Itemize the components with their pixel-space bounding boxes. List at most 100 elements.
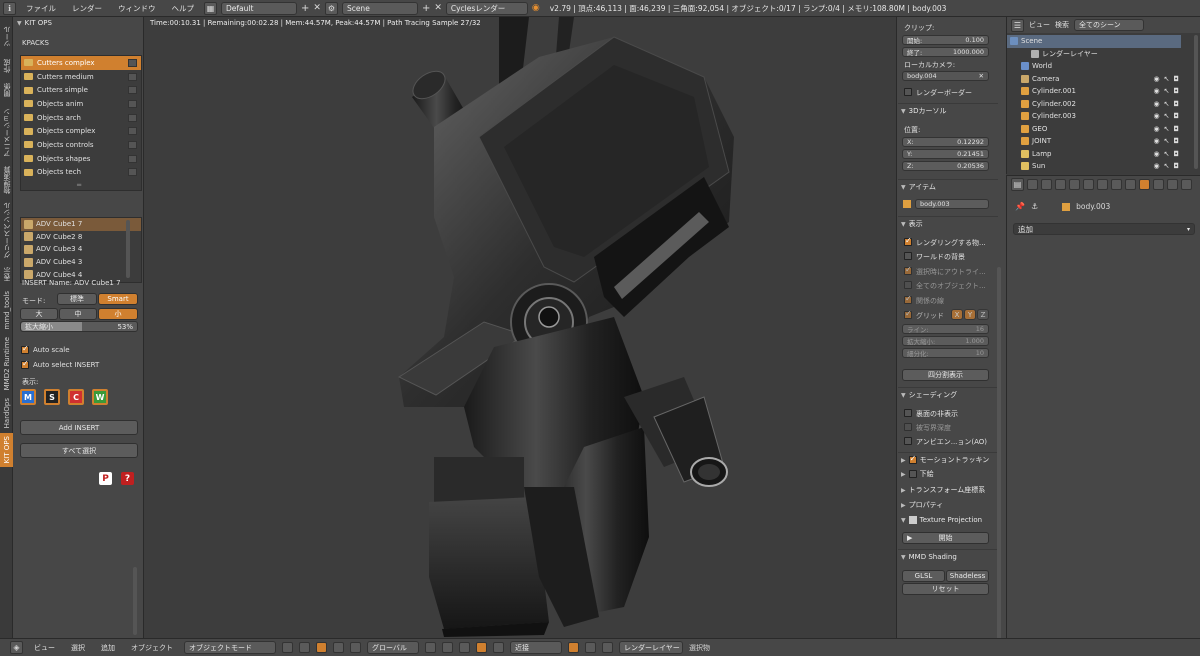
texture-projection-section[interactable]: ▼ Texture Projection <box>901 514 1001 526</box>
list-item[interactable]: ADV Cube1 7 <box>21 218 141 231</box>
screen-layout-icon[interactable]: ▦ <box>204 1 217 15</box>
rotate-icon[interactable] <box>350 642 361 653</box>
eye-icon[interactable]: ◉ <box>1153 112 1159 120</box>
quad-view-button[interactable]: 四分割表示 <box>902 369 989 381</box>
snap-toggle-icon[interactable] <box>493 642 504 653</box>
outliner-row[interactable]: GEO ◉ ↖ ◘ <box>1007 123 1181 136</box>
manipulator-toggle-icon[interactable] <box>316 642 327 653</box>
solid-display-icon[interactable]: S <box>44 389 60 405</box>
camera-render-icon[interactable]: ◘ <box>1173 137 1179 145</box>
constraints-tab-icon[interactable] <box>1097 178 1108 190</box>
clear-camera-icon[interactable]: ✕ <box>979 72 984 80</box>
n-panel-scrollbar[interactable] <box>997 267 1001 642</box>
list-item[interactable]: ADV Cube2 8 <box>21 231 141 244</box>
grid-scale-field[interactable]: 拡大縮小: 1.000 <box>902 336 989 346</box>
mesh-display-icon[interactable]: M <box>20 389 36 405</box>
outline-selected-checkbox[interactable] <box>904 265 912 275</box>
outliner-row[interactable]: Cylinder.003 ◉ ↖ ◘ <box>1007 110 1181 123</box>
shading-section[interactable]: ▼ シェーディング <box>901 389 1001 401</box>
relationship-lines-checkbox[interactable] <box>904 294 912 304</box>
list-item[interactable]: ADV Cube3 4 <box>21 243 141 256</box>
screen-layout-field[interactable]: Default <box>221 1 297 15</box>
eye-icon[interactable]: ◉ <box>1153 100 1159 108</box>
glsl-button[interactable]: GLSL <box>902 570 945 582</box>
transform-orientation-section[interactable]: ▶ トランスフォーム座標系 <box>901 484 1001 496</box>
grid-x-toggle[interactable]: X <box>951 309 963 320</box>
viewport-shading-icon[interactable] <box>282 642 293 653</box>
object-tab-icon[interactable] <box>1083 178 1094 190</box>
camera-render-icon[interactable]: ◘ <box>1173 112 1179 120</box>
tab-mmd-tools[interactable]: mmd_tools <box>0 287 13 333</box>
tab-animation[interactable]: アニメーション <box>0 103 13 161</box>
auto-scale-checkbox[interactable] <box>21 344 29 354</box>
backface-culling-checkbox[interactable] <box>904 409 912 417</box>
list-item[interactable]: Cutters complex <box>21 56 141 70</box>
tab-grease-pencil[interactable]: グリースペンシル <box>0 199 13 261</box>
scene-tab-icon[interactable] <box>1055 178 1066 190</box>
data-tab-icon[interactable] <box>1125 178 1136 190</box>
mode-select[interactable]: オブジェクトモード <box>184 641 276 654</box>
tab-hardops[interactable]: HardOps <box>0 395 13 431</box>
cursor-select-icon[interactable]: ↖ <box>1164 137 1170 145</box>
properties-section[interactable]: ▶ プロパティ <box>901 499 1001 511</box>
scale-slider[interactable]: 拡大縮小 53% <box>20 321 138 332</box>
outliner-editor-icon[interactable]: ☰ <box>1011 18 1024 32</box>
mode-standard-button[interactable]: 標準 <box>57 293 97 305</box>
list-item[interactable]: Objects arch <box>21 111 141 125</box>
cursor-y-field[interactable]: Y: 0.21451 <box>902 149 989 159</box>
list-item[interactable]: Objects controls <box>21 138 141 152</box>
display-section[interactable]: ▼ 表示 <box>901 218 1001 230</box>
render-preview-icon[interactable] <box>585 642 596 653</box>
render-layer-select[interactable]: レンダーレイヤー <box>619 641 683 654</box>
add-insert-button[interactable]: Add INSERT <box>20 420 138 435</box>
menu-help[interactable]: ヘルプ <box>166 3 201 14</box>
cursor-select-icon[interactable]: ↖ <box>1164 150 1170 158</box>
cursor-select-icon[interactable]: ↖ <box>1164 87 1170 95</box>
outliner-row[interactable]: Camera ◉ ↖ ◘ <box>1007 73 1181 86</box>
eye-icon[interactable]: ◉ <box>1153 75 1159 83</box>
cursor-select-icon[interactable]: ↖ <box>1164 162 1170 170</box>
list-item[interactable]: Objects shapes <box>21 152 141 166</box>
outliner-row[interactable]: Cylinder.001 ◉ ↖ ◘ <box>1007 85 1181 98</box>
auto-select-checkbox[interactable] <box>21 359 29 369</box>
local-camera-field[interactable]: body.004 ✕ <box>902 71 989 81</box>
list-item[interactable]: Objects complex <box>21 124 141 138</box>
outliner-row[interactable]: レンダーレイヤー <box>1007 48 1181 61</box>
eye-icon[interactable]: ◉ <box>1153 162 1159 170</box>
info-editor-icon[interactable]: ℹ <box>3 1 16 15</box>
cursor-x-field[interactable]: X: 0.12292 <box>902 137 989 147</box>
render-layers-tab-icon[interactable] <box>1041 178 1052 190</box>
texture-projection-start-button[interactable]: ▶ 開始 <box>902 532 989 544</box>
layers-icon[interactable] <box>425 642 436 653</box>
item-section[interactable]: ▼ アイテム <box>901 181 1001 193</box>
menu-select[interactable]: 選択 <box>66 643 90 653</box>
cursor-select-icon[interactable]: ↖ <box>1164 100 1170 108</box>
kitops-panel-header[interactable]: ▼ KIT OPS <box>13 17 143 29</box>
tool-shelf-scrollbar[interactable] <box>133 567 137 635</box>
3d-viewport[interactable]: Time:00:10.31 | Remaining:00:02.28 | Mem… <box>144 17 896 638</box>
list-item[interactable]: Objects tech <box>21 166 141 180</box>
grid-checkbox[interactable] <box>904 309 912 319</box>
remove-scene-icon[interactable]: ✕ <box>434 3 442 13</box>
menu-view[interactable]: ビュー <box>29 643 60 653</box>
outliner-row[interactable]: Scene <box>1007 35 1181 48</box>
help-icon[interactable]: ? <box>121 472 134 485</box>
outliner-row[interactable]: JOINT ◉ ↖ ◘ <box>1007 135 1181 148</box>
3d-cursor-section[interactable]: ▼ 3Dカーソル <box>901 105 1001 117</box>
cursor-select-icon[interactable]: ↖ <box>1164 75 1170 83</box>
remove-screen-icon[interactable]: ✕ <box>313 3 321 13</box>
item-name-field[interactable]: body.003 <box>915 199 989 209</box>
3d-view-editor-icon[interactable]: ◈ <box>10 641 23 654</box>
all-origins-checkbox[interactable] <box>904 281 912 289</box>
outliner-display-select[interactable]: 全てのシーン <box>1074 19 1144 31</box>
camera-render-icon[interactable]: ◘ <box>1173 87 1179 95</box>
scene-field[interactable]: Scene <box>341 1 418 15</box>
camera-render-icon[interactable]: ◘ <box>1173 150 1179 158</box>
outliner-row[interactable]: Sun ◉ ↖ ◘ <box>1007 160 1181 173</box>
camera-render-icon[interactable]: ◘ <box>1173 100 1179 108</box>
list-item[interactable]: Cutters medium <box>21 70 141 84</box>
clip-end-field[interactable]: 終了: 1000.000 <box>902 47 989 57</box>
outliner-row[interactable]: World <box>1007 60 1181 73</box>
shadeless-button[interactable]: Shadeless <box>946 570 989 582</box>
camera-render-icon[interactable]: ◘ <box>1173 125 1179 133</box>
